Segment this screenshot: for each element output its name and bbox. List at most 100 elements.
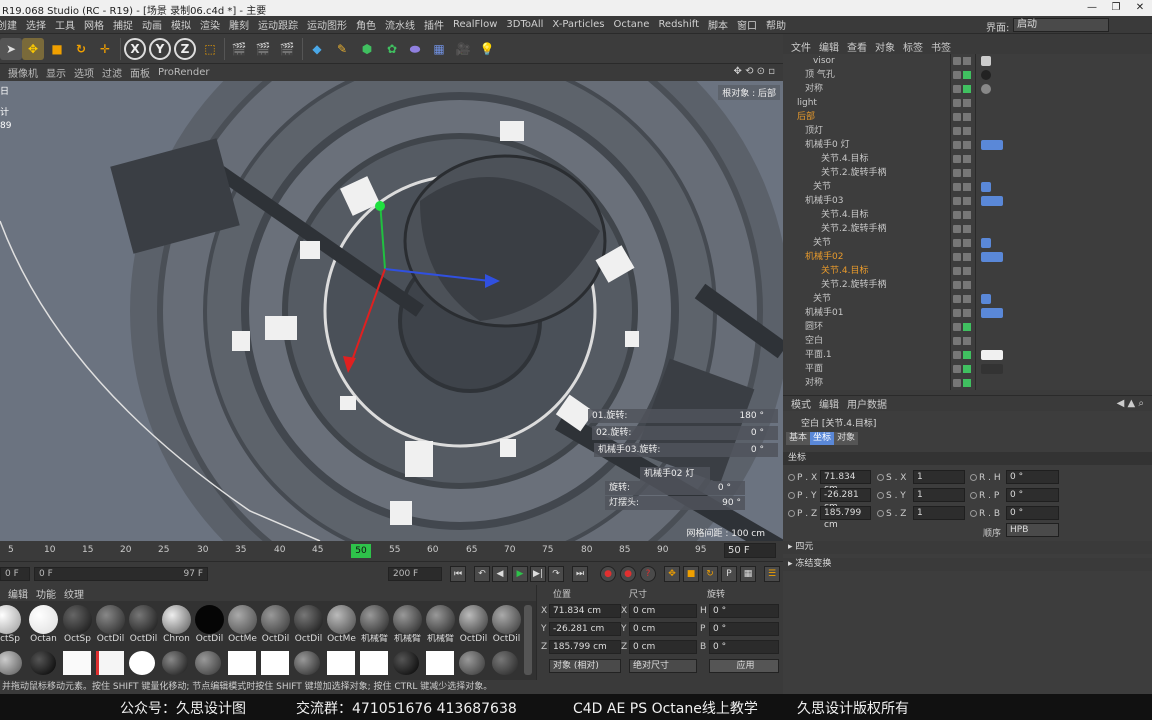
coordinate-system-icon[interactable]: ⬚ — [199, 38, 221, 60]
current-frame-field[interactable]: 50 F — [724, 543, 776, 558]
size-y-field[interactable]: 0 cm — [629, 622, 697, 636]
playhead[interactable]: 50 — [351, 544, 371, 558]
menu-realflow[interactable]: RealFlow — [453, 19, 497, 30]
object-row[interactable]: visor — [783, 54, 1152, 68]
pos-y-field[interactable]: -26.281 cm — [549, 622, 621, 636]
transform-tool-icon[interactable]: ✛ — [94, 38, 116, 60]
z-axis-lock-icon[interactable]: Z — [174, 38, 196, 60]
prev-key-icon[interactable]: ↶ — [474, 566, 490, 582]
anim-dot[interactable] — [970, 474, 977, 481]
keyframe-selection-icon[interactable]: ? — [640, 566, 656, 582]
object-row[interactable]: 关节.4.目标 — [783, 152, 1152, 166]
obj-menu-edit[interactable]: 编辑 — [819, 39, 839, 54]
vp-menu-filter[interactable]: 过滤 — [102, 65, 122, 80]
play-icon[interactable]: ▶ — [512, 566, 528, 582]
menu-mograph[interactable]: 运动图形 — [307, 17, 347, 32]
pos-x-field[interactable]: 71.834 cm — [549, 604, 621, 618]
section-freeze-transform[interactable]: ▸ 冻结变换 — [783, 558, 1152, 571]
menu-plugins[interactable]: 插件 — [424, 17, 444, 32]
vp-menu-prorender[interactable]: ProRender — [158, 67, 209, 78]
material-swatch[interactable]: OctDil — [94, 605, 127, 644]
viewport-nav-icons[interactable]: ✥ ⟲ ⊙ ▫ — [734, 66, 775, 77]
mat-menu-texture[interactable]: 纹理 — [64, 586, 84, 601]
menu-tools[interactable]: 工具 — [55, 17, 75, 32]
hud-rotate[interactable]: 旋转: 0 ° — [605, 481, 745, 495]
r-b-field[interactable]: 0 ° — [1006, 506, 1059, 520]
object-row[interactable]: 关节.4.目标 — [783, 264, 1152, 278]
light-icon[interactable]: 💡 — [476, 38, 498, 60]
material-row-2[interactable] — [0, 651, 520, 677]
end-frame-field[interactable]: 200 F — [388, 567, 442, 581]
tab-object[interactable]: 对象 — [834, 432, 859, 445]
material-swatch[interactable]: Octan — [27, 605, 60, 644]
menu-sculpt[interactable]: 雕刻 — [229, 17, 249, 32]
anim-dot[interactable] — [970, 492, 977, 499]
attr-nav-arrows[interactable]: ◀ ▲ ⌕ — [1117, 398, 1144, 409]
menu-x-particles[interactable]: X-Particles — [552, 19, 604, 30]
anim-dot[interactable] — [788, 510, 795, 517]
material-swatch[interactable]: Chron — [160, 605, 193, 644]
object-row[interactable]: 圆环 — [783, 320, 1152, 334]
obj-menu-object[interactable]: 对象 — [875, 39, 895, 54]
tab-basic[interactable]: 基本 — [786, 432, 811, 445]
p-x-field[interactable]: 71.834 cm — [820, 470, 871, 494]
size-x-field[interactable]: 0 cm — [629, 604, 697, 618]
apply-button[interactable]: 应用 — [709, 659, 779, 673]
tab-coords[interactable]: 坐标 — [810, 432, 835, 445]
cloner-icon[interactable]: ✿ — [381, 38, 403, 60]
goto-end-icon[interactable]: ⏭ — [572, 566, 588, 582]
render-picture-viewer-icon[interactable]: 🎬 — [252, 38, 274, 60]
hud-rotation-03[interactable]: 机械手03.旋转: 0 ° — [594, 443, 778, 457]
next-key-icon[interactable]: ↷ — [548, 566, 564, 582]
object-row[interactable]: 机械手03 — [783, 194, 1152, 208]
obj-menu-view[interactable]: 查看 — [847, 39, 867, 54]
menu-create[interactable]: 创建 — [0, 17, 17, 32]
p-z-field[interactable]: 185.799 cm — [820, 506, 871, 530]
object-row[interactable]: 关节 — [783, 180, 1152, 194]
menu-script[interactable]: 脚本 — [708, 17, 728, 32]
close-button[interactable]: ✕ — [1128, 0, 1152, 16]
menu-3dtoall[interactable]: 3DToAll — [506, 19, 543, 30]
material-swatch[interactable]: OctDil — [292, 605, 325, 644]
render-settings-icon[interactable]: 🎬 — [276, 38, 298, 60]
obj-menu-file[interactable]: 文件 — [791, 39, 811, 54]
object-row[interactable]: light — [783, 96, 1152, 110]
menu-snap[interactable]: 捕捉 — [113, 17, 133, 32]
object-row[interactable]: 顶 气孔 — [783, 68, 1152, 82]
layout-select[interactable]: 启动 — [1013, 18, 1109, 32]
anim-dot[interactable] — [877, 510, 884, 517]
object-row[interactable]: 对称 — [783, 82, 1152, 96]
material-swatch[interactable]: OctDil — [127, 605, 160, 644]
maximize-button[interactable]: ❐ — [1104, 0, 1128, 16]
attr-menu-userdata[interactable]: 用户数据 — [847, 396, 887, 411]
rot-h-field[interactable]: 0 ° — [709, 604, 779, 618]
y-axis-lock-icon[interactable]: Y — [149, 38, 171, 60]
select-arrow-icon[interactable]: ➤ — [0, 38, 22, 60]
key-param-icon[interactable]: P — [721, 566, 737, 582]
object-row[interactable]: 机械手02 — [783, 250, 1152, 264]
start-frame-field[interactable]: 0 F — [0, 567, 30, 581]
obj-menu-bookmarks[interactable]: 书签 — [931, 39, 951, 54]
menu-render[interactable]: 渲染 — [200, 17, 220, 32]
object-row[interactable]: 平面 — [783, 362, 1152, 376]
s-y-field[interactable]: 1 — [913, 488, 965, 502]
key-pla-icon[interactable]: ▦ — [740, 566, 756, 582]
object-row[interactable]: 平面.1 — [783, 348, 1152, 362]
scale-tool-icon[interactable]: ■ — [46, 38, 68, 60]
menu-simulate[interactable]: 模拟 — [171, 17, 191, 32]
rot-p-field[interactable]: 0 ° — [709, 622, 779, 636]
material-swatch[interactable]: OctSp — [0, 605, 23, 644]
object-row[interactable]: 关节.4.目标 — [783, 208, 1152, 222]
prev-frame-icon[interactable]: ◀ — [492, 566, 508, 582]
hud-rotation-02[interactable]: 02.旋转: 0 ° — [592, 426, 778, 440]
subdivision-icon[interactable]: ⬢ — [356, 38, 378, 60]
mat-menu-edit[interactable]: 编辑 — [8, 586, 28, 601]
pen-spline-icon[interactable]: ✎ — [331, 38, 353, 60]
floor-icon[interactable]: ▦ — [428, 38, 450, 60]
r-p-field[interactable]: 0 ° — [1006, 488, 1059, 502]
vp-menu-display[interactable]: 显示 — [46, 65, 66, 80]
material-swatch[interactable]: OctMe — [226, 605, 259, 644]
material-swatch[interactable]: OctDil — [259, 605, 292, 644]
rot-b-field[interactable]: 0 ° — [709, 640, 779, 654]
object-row[interactable]: 空白 — [783, 334, 1152, 348]
